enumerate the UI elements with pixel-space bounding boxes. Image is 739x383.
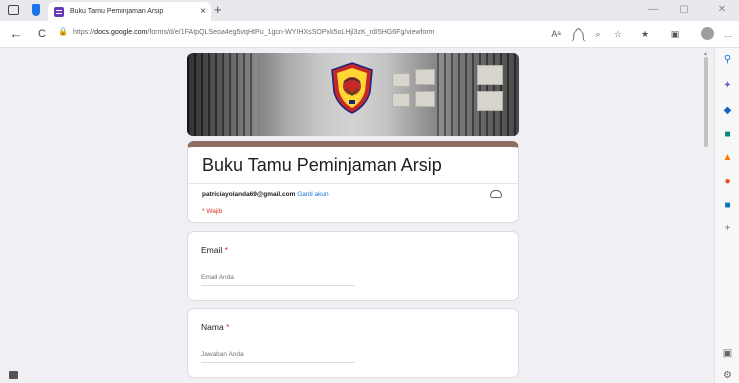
back-button[interactable]: ←: [7, 25, 25, 43]
tag-icon[interactable]: ◆: [722, 105, 733, 116]
add-favorite-icon[interactable]: ☆: [610, 27, 626, 41]
settings-icon[interactable]: ⚙: [722, 370, 733, 381]
browser-tab[interactable]: Buku Tamu Peminjaman Arsip ×: [48, 2, 211, 21]
edge-sidebar: ⚲ ✦ ◆ ■ ▲ ● ■ + ▣ ⚙: [714, 48, 739, 383]
divider: [188, 183, 518, 184]
scroll-thumb[interactable]: [704, 57, 708, 147]
immersive-reader-icon[interactable]: ༼༽: [570, 27, 586, 41]
question-card-email: Email *: [187, 231, 519, 301]
refresh-button[interactable]: C: [33, 25, 51, 43]
maximize-button[interactable]: ▢: [674, 3, 694, 17]
tab-actions-icon[interactable]: [8, 5, 19, 15]
more-menu-icon[interactable]: …: [720, 27, 736, 41]
lock-icon[interactable]: 🔒: [58, 27, 68, 36]
search-icon[interactable]: ⚲: [722, 54, 733, 65]
archive-box: [392, 93, 410, 107]
url-domain: docs.google.com: [94, 29, 148, 36]
tab-strip: Buku Tamu Peminjaman Arsip × + — ▢ ✕: [0, 0, 739, 21]
regional-emblem-icon: [331, 62, 373, 114]
question-title: Nama: [201, 322, 224, 332]
collections-icon[interactable]: ▣: [667, 27, 683, 41]
required-asterisk: *: [224, 245, 228, 255]
sidebar-layout-icon[interactable]: ▣: [722, 348, 733, 359]
address-bar[interactable]: https://docs.google.com/forms/d/e/1FAIpQ…: [73, 29, 435, 36]
form-title-card: Buku Tamu Peminjaman Arsip patriciayolan…: [187, 141, 519, 223]
close-window-button[interactable]: ✕: [712, 3, 732, 17]
sparkle-icon[interactable]: ✦: [722, 80, 733, 91]
archive-box: [415, 69, 435, 85]
google-forms-icon: [54, 6, 64, 17]
question-card-nama: Nama *: [187, 308, 519, 378]
briefcase-icon[interactable]: ■: [722, 129, 733, 140]
question-label: Nama *: [201, 322, 229, 332]
games-icon[interactable]: ▲: [722, 152, 733, 163]
tab-close-button[interactable]: ×: [195, 6, 211, 17]
page-scrollbar[interactable]: ▲: [702, 51, 710, 382]
add-icon[interactable]: +: [722, 223, 733, 234]
archive-box: [477, 91, 503, 111]
browser-toolbar: ← C 🔒 https://docs.google.com/forms/d/e/…: [0, 21, 739, 48]
account-info: patriciayolanda69@gmail.com Ganti akun: [202, 191, 329, 198]
new-tab-button[interactable]: +: [214, 2, 222, 18]
feedback-icon[interactable]: [9, 371, 18, 379]
email-field[interactable]: [201, 270, 355, 286]
url-path: /forms/d/e/1FAIpQLSeoa4eg5vqHtPu_1gcn-WY…: [147, 29, 435, 36]
form-title: Buku Tamu Peminjaman Arsip: [202, 155, 442, 175]
archive-box: [392, 73, 410, 87]
favorites-icon[interactable]: ★: [637, 27, 653, 41]
required-asterisk: *: [226, 322, 230, 332]
archive-box: [415, 91, 435, 107]
account-email: patriciayolanda69@gmail.com: [202, 191, 296, 198]
url-scheme: https://: [73, 29, 95, 36]
archive-shelf-left: [187, 53, 257, 136]
outlook-icon[interactable]: ■: [722, 200, 733, 211]
office-icon[interactable]: ●: [722, 176, 733, 187]
question-label: Email *: [201, 245, 228, 255]
form-header-image: [187, 53, 519, 136]
read-aloud-icon[interactable]: Aᵃ: [548, 27, 564, 41]
workspace-icon[interactable]: [32, 4, 40, 16]
zoom-icon[interactable]: ⌕: [590, 27, 606, 41]
cloud-sync-icon: [490, 190, 502, 198]
question-title: Email: [201, 245, 223, 255]
archive-box: [477, 65, 503, 85]
name-field[interactable]: [201, 347, 355, 363]
switch-account-link[interactable]: Ganti akun: [297, 191, 328, 198]
required-note: * Wajib: [202, 208, 223, 215]
minimize-button[interactable]: —: [643, 3, 663, 17]
profile-avatar[interactable]: [701, 27, 714, 40]
tab-title: Buku Tamu Peminjaman Arsip: [70, 8, 164, 15]
